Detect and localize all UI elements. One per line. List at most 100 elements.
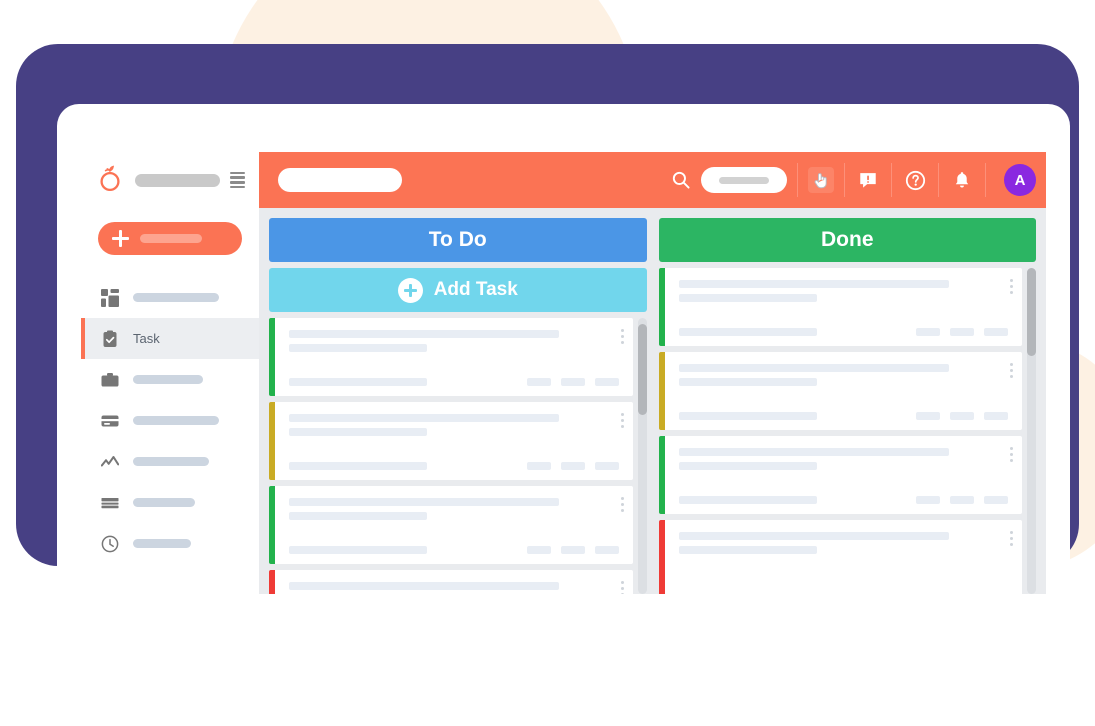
avatar[interactable]: A xyxy=(1004,164,1036,196)
tag-chip[interactable] xyxy=(594,378,619,386)
tag-chip[interactable] xyxy=(560,546,585,554)
table-row[interactable] xyxy=(269,570,633,594)
tag-chip[interactable] xyxy=(916,496,940,504)
card-footer xyxy=(289,378,619,386)
card-subtitle-placeholder xyxy=(289,344,428,352)
card-content xyxy=(665,520,1023,594)
tag-chip[interactable] xyxy=(526,378,551,386)
table-row[interactable] xyxy=(658,268,1023,346)
tag-chip[interactable] xyxy=(916,328,940,336)
table-row[interactable] xyxy=(658,520,1023,594)
sidebar-brand xyxy=(81,152,259,208)
plus-circle-icon xyxy=(397,277,423,303)
card-meta-placeholder xyxy=(678,496,817,504)
divider xyxy=(985,163,986,197)
card-tags xyxy=(526,462,619,470)
table-row[interactable] xyxy=(658,352,1023,430)
sidebar-item-credit-card[interactable] xyxy=(81,400,259,441)
sidebar-item-analytics[interactable] xyxy=(81,441,259,482)
card-content xyxy=(275,570,633,594)
card-tags xyxy=(916,328,1008,336)
message-alert-icon[interactable] xyxy=(855,167,881,193)
scrollbar-thumb[interactable] xyxy=(637,323,647,415)
scrollbar-todo[interactable] xyxy=(637,318,647,594)
tag-chip[interactable] xyxy=(984,496,1008,504)
search-icon[interactable] xyxy=(671,170,691,190)
sidebar-add-button[interactable] xyxy=(98,222,242,255)
card-content xyxy=(275,402,633,480)
column-body-todo xyxy=(269,318,647,594)
table-row[interactable] xyxy=(269,486,633,564)
table-row[interactable] xyxy=(269,402,633,480)
tomato-logo-icon xyxy=(95,165,125,195)
pointing-hand-icon[interactable] xyxy=(808,167,834,193)
column-header-done[interactable]: Done xyxy=(658,218,1036,262)
card-subtitle-placeholder xyxy=(678,294,817,302)
card-title-placeholder xyxy=(289,582,560,590)
more-vertical-icon[interactable] xyxy=(620,329,624,344)
page-title-placeholder xyxy=(278,168,402,192)
sidebar-item-label xyxy=(133,539,191,548)
sidebar-item-layers[interactable] xyxy=(81,482,259,523)
card-content xyxy=(665,268,1023,346)
tag-chip[interactable] xyxy=(526,546,551,554)
tag-chip[interactable] xyxy=(984,328,1008,336)
scrollbar-thumb[interactable] xyxy=(1027,268,1036,357)
card-list-todo xyxy=(269,318,633,594)
clock-icon xyxy=(101,535,119,553)
card-title-placeholder xyxy=(678,532,949,540)
tag-chip[interactable] xyxy=(950,496,974,504)
card-content xyxy=(665,436,1023,514)
tag-chip[interactable] xyxy=(560,378,585,386)
plus-icon xyxy=(112,230,129,247)
sidebar: Task xyxy=(81,152,259,594)
sidebar-item-dashboard[interactable] xyxy=(81,277,259,318)
bell-icon[interactable] xyxy=(949,167,975,193)
more-vertical-icon[interactable] xyxy=(620,497,624,512)
card-content xyxy=(665,352,1023,430)
card-list-done xyxy=(658,268,1023,594)
more-vertical-icon[interactable] xyxy=(1010,279,1013,294)
sidebar-item-label xyxy=(133,375,203,384)
card-meta-placeholder xyxy=(289,546,428,554)
tag-chip[interactable] xyxy=(950,328,974,336)
tag-chip[interactable] xyxy=(916,412,940,420)
column-body-done xyxy=(658,268,1036,594)
help-circle-icon[interactable] xyxy=(902,167,928,193)
tag-chip[interactable] xyxy=(594,462,619,470)
hamburger-icon[interactable] xyxy=(230,171,245,189)
tag-chip[interactable] xyxy=(984,412,1008,420)
card-content xyxy=(275,486,633,564)
scrollbar-done[interactable] xyxy=(1027,268,1036,594)
card-meta-placeholder xyxy=(678,412,817,420)
app-window: Task A To Do Add Task Done xyxy=(81,152,1046,594)
tag-chip[interactable] xyxy=(594,546,619,554)
add-task-button[interactable]: Add Task xyxy=(269,268,647,312)
card-footer xyxy=(678,496,1008,504)
card-tags xyxy=(526,378,619,386)
sidebar-add-label-placeholder xyxy=(140,234,202,243)
card-subtitle-placeholder xyxy=(678,462,817,470)
tag-chip[interactable] xyxy=(526,462,551,470)
sidebar-item-task[interactable]: Task xyxy=(81,318,259,359)
column-header-todo[interactable]: To Do xyxy=(269,218,647,262)
card-meta-placeholder xyxy=(289,378,428,386)
more-vertical-icon[interactable] xyxy=(1010,363,1013,378)
more-vertical-icon[interactable] xyxy=(620,413,624,428)
card-footer xyxy=(678,328,1008,336)
divider xyxy=(844,163,845,197)
sidebar-nav: Task xyxy=(81,277,259,564)
sidebar-item-briefcase[interactable] xyxy=(81,359,259,400)
more-vertical-icon[interactable] xyxy=(620,581,624,594)
more-vertical-icon[interactable] xyxy=(1010,447,1013,462)
search-input[interactable] xyxy=(701,167,787,193)
sidebar-item-history[interactable] xyxy=(81,523,259,564)
credit-card-icon xyxy=(101,412,119,430)
card-footer xyxy=(289,462,619,470)
table-row[interactable] xyxy=(658,436,1023,514)
tag-chip[interactable] xyxy=(950,412,974,420)
more-vertical-icon[interactable] xyxy=(1010,531,1013,546)
tag-chip[interactable] xyxy=(560,462,585,470)
table-row[interactable] xyxy=(269,318,633,396)
card-title-placeholder xyxy=(289,414,560,422)
